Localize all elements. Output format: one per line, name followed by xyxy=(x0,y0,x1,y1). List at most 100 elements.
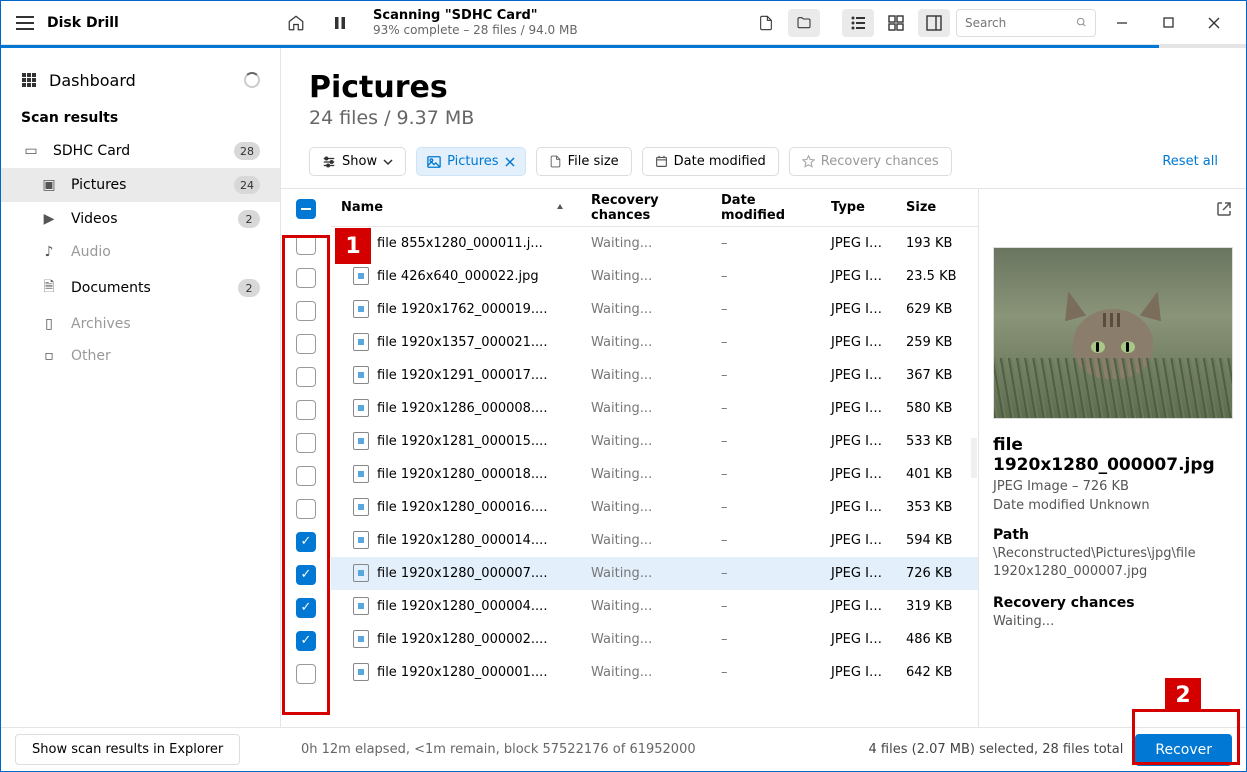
scan-subtitle: 93% complete – 28 files / 94.0 MB xyxy=(373,23,578,37)
sidebar-item-audio[interactable]: ♪ Audio xyxy=(1,236,280,268)
sidebar-item-label: Pictures xyxy=(71,177,222,193)
row-checkbox[interactable] xyxy=(296,532,316,552)
cell-size: 259 KB xyxy=(896,335,978,350)
sidebar-dashboard[interactable]: Dashboard xyxy=(1,60,280,100)
cell-type: JPEG Im... xyxy=(821,434,896,449)
scrollbar[interactable] xyxy=(970,189,978,727)
file-icon[interactable] xyxy=(750,9,782,37)
minimize-icon[interactable] xyxy=(1102,7,1142,39)
row-checkbox[interactable] xyxy=(296,664,316,684)
filter-date-modified[interactable]: Date modified xyxy=(642,147,779,176)
reset-filters[interactable]: Reset all xyxy=(1162,154,1218,169)
col-type[interactable]: Type xyxy=(821,200,896,215)
search-icon xyxy=(1076,16,1087,29)
cell-size: 401 KB xyxy=(896,467,978,482)
table-row[interactable]: file 855x1280_000011.j... Waiting... – J… xyxy=(331,227,978,260)
cell-type: JPEG Im... xyxy=(821,533,896,548)
row-checkbox[interactable] xyxy=(296,334,316,354)
sidebar-item-documents[interactable]: 🗎 Documents 2 xyxy=(1,268,280,308)
sidebar-item-archives[interactable]: ▯ Archives xyxy=(1,308,280,340)
table-row[interactable]: file 1920x1762_000019.... Waiting... – J… xyxy=(331,293,978,326)
select-all-checkbox[interactable] xyxy=(296,199,316,219)
sort-asc-icon xyxy=(555,203,565,213)
row-checkbox[interactable] xyxy=(296,598,316,618)
table-row[interactable]: file 1920x1280_000014.... Waiting... – J… xyxy=(331,524,978,557)
filter-file-size[interactable]: File size xyxy=(536,147,632,176)
table-row[interactable]: file 1920x1286_000008.... Waiting... – J… xyxy=(331,392,978,425)
remove-chip-icon[interactable] xyxy=(505,157,515,167)
table-row[interactable]: file 1920x1280_000001.... Waiting... – J… xyxy=(331,656,978,689)
pic-icon: ▣ xyxy=(39,177,59,193)
search-box[interactable] xyxy=(956,9,1096,37)
preview-pane: file 1920x1280_000007.jpg JPEG Image – 7… xyxy=(978,189,1246,727)
sidebar-item-videos[interactable]: ▶ Videos 2 xyxy=(1,202,280,236)
row-checkbox[interactable] xyxy=(296,235,316,255)
panel-view-icon[interactable] xyxy=(918,9,950,37)
vid-icon: ▶ xyxy=(39,211,59,227)
home-icon[interactable] xyxy=(281,8,311,38)
table-row[interactable]: file 1920x1357_000021.... Waiting... – J… xyxy=(331,326,978,359)
cell-date: – xyxy=(711,665,821,680)
filter-recovery-chances[interactable]: Recovery chances xyxy=(789,147,952,176)
sidebar: Dashboard Scan results ▭ SDHC Card 28▣ P… xyxy=(1,48,281,727)
col-recovery[interactable]: Recovery chances xyxy=(581,193,711,223)
cell-size: 580 KB xyxy=(896,401,978,416)
col-date[interactable]: Date modified xyxy=(711,193,821,223)
row-checkbox[interactable] xyxy=(296,433,316,453)
show-filter-button[interactable]: Show xyxy=(309,147,406,176)
col-name[interactable]: Name xyxy=(331,200,581,215)
cell-type: JPEG Im... xyxy=(821,335,896,350)
search-input[interactable] xyxy=(965,16,1070,30)
row-checkbox[interactable] xyxy=(296,565,316,585)
file-icon xyxy=(353,234,369,252)
list-view-icon[interactable] xyxy=(842,9,874,37)
filter-chip-pictures[interactable]: Pictures xyxy=(416,147,525,176)
file-name: file 1920x1280_000014.... xyxy=(377,533,547,548)
row-checkbox[interactable] xyxy=(296,268,316,288)
show-in-explorer-button[interactable]: Show scan results in Explorer xyxy=(15,734,240,765)
cell-recovery: Waiting... xyxy=(581,566,711,581)
table-row[interactable]: file 1920x1280_000016.... Waiting... – J… xyxy=(331,491,978,524)
table-row[interactable]: file 426x640_000022.jpg Waiting... – JPE… xyxy=(331,260,978,293)
sidebar-item-sdhc-card[interactable]: ▭ SDHC Card 28 xyxy=(1,134,280,168)
menu-icon[interactable] xyxy=(13,11,37,35)
cell-size: 319 KB xyxy=(896,599,978,614)
grid-view-icon[interactable] xyxy=(880,9,912,37)
table-row[interactable]: file 1920x1280_000004.... Waiting... – J… xyxy=(331,590,978,623)
table-row[interactable]: file 1920x1280_000007.... Waiting... – J… xyxy=(331,557,978,590)
doc-icon: 🗎 xyxy=(39,276,59,300)
open-external-icon[interactable] xyxy=(1216,201,1232,221)
preview-thumbnail[interactable] xyxy=(993,247,1233,419)
file-icon xyxy=(353,630,369,648)
folder-icon[interactable] xyxy=(788,9,820,37)
table-row[interactable]: file 1920x1280_000002.... Waiting... – J… xyxy=(331,623,978,656)
sidebar-badge: 24 xyxy=(234,176,260,194)
sidebar-item-label: SDHC Card xyxy=(53,143,222,159)
pause-icon[interactable] xyxy=(325,8,355,38)
table-row[interactable]: file 1920x1281_000015.... Waiting... – J… xyxy=(331,425,978,458)
cell-type: JPEG Im... xyxy=(821,500,896,515)
row-checkbox[interactable] xyxy=(296,499,316,519)
recover-button[interactable]: Recover xyxy=(1135,734,1232,766)
file-icon xyxy=(353,300,369,318)
row-checkbox[interactable] xyxy=(296,400,316,420)
close-icon[interactable] xyxy=(1194,7,1234,39)
sidebar-item-pictures[interactable]: ▣ Pictures 24 xyxy=(1,168,280,202)
table-row[interactable]: file 1920x1291_000017.... Waiting... – J… xyxy=(331,359,978,392)
table-header: Name Recovery chances Date modified Type… xyxy=(331,189,978,227)
row-checkbox[interactable] xyxy=(296,466,316,486)
row-checkbox[interactable] xyxy=(296,301,316,321)
cell-recovery: Waiting... xyxy=(581,401,711,416)
row-checkbox[interactable] xyxy=(296,367,316,387)
cell-recovery: Waiting... xyxy=(581,599,711,614)
table-row[interactable]: file 1920x1280_000018.... Waiting... – J… xyxy=(331,458,978,491)
row-checkbox[interactable] xyxy=(296,631,316,651)
file-name: file 1920x1281_000015.... xyxy=(377,434,547,449)
col-size[interactable]: Size xyxy=(896,200,978,215)
cell-size: 642 KB xyxy=(896,665,978,680)
cell-date: – xyxy=(711,434,821,449)
sidebar-item-other[interactable]: ▫ Other xyxy=(1,340,280,372)
maximize-icon[interactable] xyxy=(1148,7,1188,39)
sidebar-item-label: Other xyxy=(71,348,260,364)
sliders-icon xyxy=(322,155,336,169)
